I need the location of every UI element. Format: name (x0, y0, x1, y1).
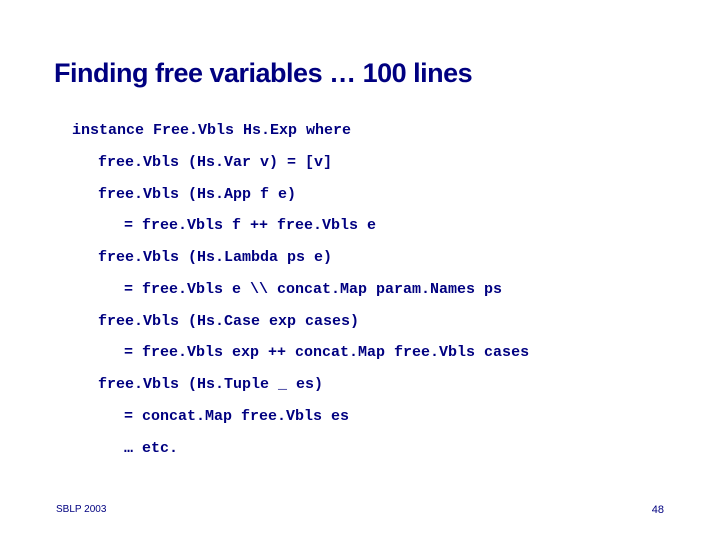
code-line: free.Vbls (Hs.Var v) = [v] (72, 155, 720, 171)
code-block: instance Free.Vbls Hs.Exp where free.Vbl… (0, 89, 720, 456)
slide-title: Finding free variables … 100 lines (0, 0, 720, 89)
code-line: free.Vbls (Hs.Case exp cases) (72, 314, 720, 330)
code-line: = free.Vbls f ++ free.Vbls e (72, 218, 720, 234)
code-line: instance Free.Vbls Hs.Exp where (72, 123, 720, 139)
code-line: = concat.Map free.Vbls es (72, 409, 720, 425)
code-line: free.Vbls (Hs.App f e) (72, 187, 720, 203)
code-line: = free.Vbls e \\ concat.Map param.Names … (72, 282, 720, 298)
footer-conference: SBLP 2003 (56, 504, 106, 516)
code-line: free.Vbls (Hs.Lambda ps e) (72, 250, 720, 266)
slide-footer: SBLP 2003 48 (0, 504, 720, 516)
footer-page-number: 48 (652, 504, 664, 516)
code-line: free.Vbls (Hs.Tuple _ es) (72, 377, 720, 393)
code-line: … etc. (72, 441, 720, 457)
code-line: = free.Vbls exp ++ concat.Map free.Vbls … (72, 345, 720, 361)
